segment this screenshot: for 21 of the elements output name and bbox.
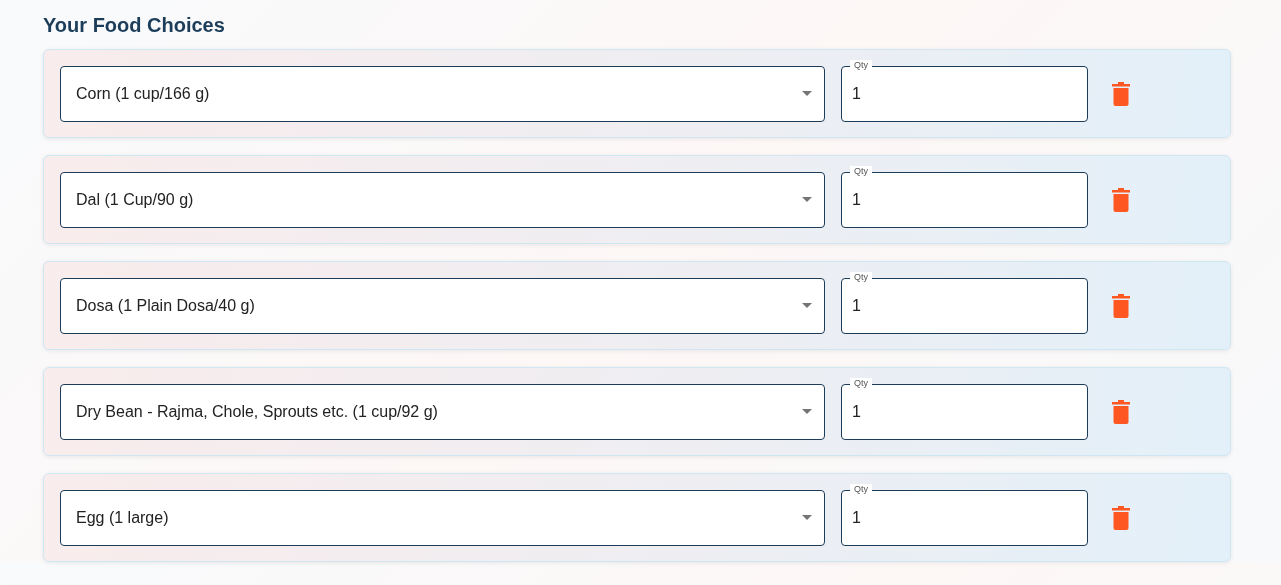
field-label: Qty: [850, 483, 872, 494]
food-select[interactable]: Dosa (1 Plain Dosa/40 g): [60, 277, 825, 334]
caret-icon: [802, 303, 812, 308]
caret-icon: [802, 197, 812, 202]
caret-icon: [802, 409, 812, 414]
field-label: Qty: [850, 165, 872, 176]
field-label: Qty: [850, 59, 872, 70]
caret-icon: [802, 515, 812, 520]
field-label: Qty: [850, 271, 872, 282]
food-select[interactable]: Egg (1 large): [60, 489, 825, 546]
field-label: Qty: [850, 377, 872, 388]
delete-icon[interactable]: [1111, 187, 1131, 212]
food-select[interactable]: Corn (1 cup/166 g): [60, 65, 825, 122]
delete-icon[interactable]: [1111, 505, 1131, 530]
delete-icon[interactable]: [1111, 399, 1131, 424]
delete-icon[interactable]: [1111, 81, 1131, 106]
section-title: Your Food Choices: [43, 13, 225, 38]
caret-icon: [802, 91, 812, 96]
food-select[interactable]: Dal (1 Cup/90 g): [60, 171, 825, 228]
delete-icon[interactable]: [1111, 293, 1131, 318]
food-select[interactable]: Dry Bean - Rajma, Chole, Sprouts etc. (1 cup/92 g): [60, 383, 825, 440]
